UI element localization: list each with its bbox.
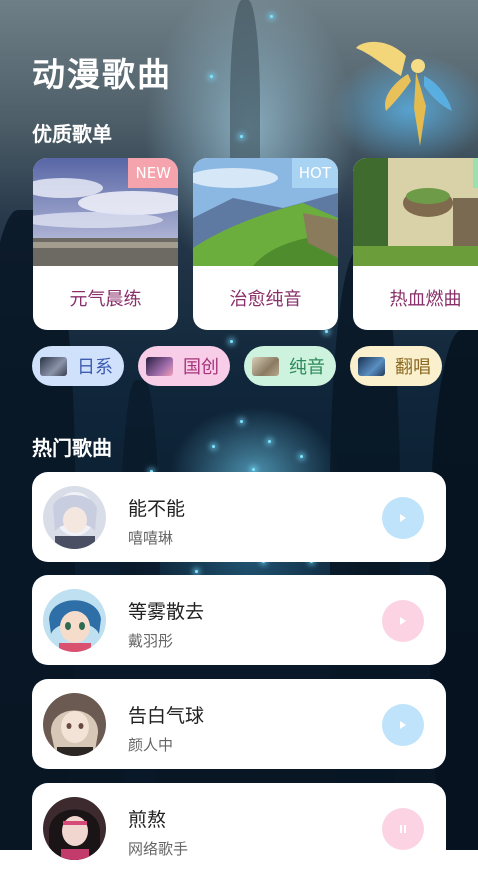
- playlist-badge: HOT: [291, 158, 338, 188]
- featured-playlists-heading: 优质歌单: [32, 122, 112, 146]
- song-avatar: [43, 589, 106, 652]
- playlist-carousel[interactable]: NEW 元气晨练 HOT 治愈纯音 热血燃曲: [33, 158, 478, 333]
- fairy-illustration: [356, 41, 452, 146]
- category-thumbnail: [146, 356, 173, 376]
- song-avatar: [43, 693, 106, 756]
- category-label: 纯音: [289, 357, 325, 378]
- song-title: 煎熬: [128, 809, 167, 831]
- song-item[interactable]: 等雾散去 戴羽彤: [32, 575, 446, 665]
- category-chip-instrumental[interactable]: 纯音: [244, 346, 336, 386]
- play-icon: [400, 721, 406, 729]
- page-title: 动漫歌曲: [32, 55, 172, 94]
- pause-button[interactable]: [382, 808, 424, 850]
- category-thumbnail: [40, 356, 67, 376]
- song-title: 能不能: [128, 498, 186, 520]
- play-icon: [400, 617, 406, 625]
- song-item[interactable]: 能不能 嘻嘻琳: [32, 472, 446, 562]
- category-label: 国创: [183, 357, 219, 378]
- song-artist: 嘻嘻琳: [128, 529, 174, 547]
- song-artist: 戴羽彤: [128, 632, 174, 650]
- playlist-card-healing[interactable]: HOT 治愈纯音: [193, 158, 338, 330]
- song-artist: 网络歌手: [128, 840, 189, 858]
- category-thumbnail: [252, 356, 279, 376]
- play-button[interactable]: [382, 600, 424, 642]
- category-chip-chinese-original[interactable]: 国创: [138, 346, 230, 386]
- song-artist: 颜人中: [128, 736, 174, 754]
- play-icon: [400, 514, 406, 522]
- pause-icon: [400, 825, 406, 833]
- category-chip-cover[interactable]: 翻唱: [350, 346, 442, 386]
- playlist-card-passion[interactable]: U 热血燃曲: [353, 158, 478, 330]
- song-avatar: [43, 797, 106, 860]
- song-item[interactable]: 煎熬 网络歌手: [32, 783, 446, 873]
- playlist-label: 热血燃曲: [389, 289, 462, 310]
- playlist-label: 元气晨练: [69, 289, 142, 310]
- play-button[interactable]: [382, 497, 424, 539]
- playlist-card-morning[interactable]: NEW 元气晨练: [33, 158, 178, 330]
- song-avatar: [43, 486, 106, 549]
- song-title: 告白气球: [128, 705, 205, 727]
- category-thumbnail: [358, 356, 385, 376]
- playlist-cover: [353, 158, 478, 266]
- playlist-badge: U: [473, 158, 478, 188]
- category-chip-japanese[interactable]: 日系: [32, 346, 124, 386]
- song-item[interactable]: 告白气球 颜人中: [32, 679, 446, 769]
- category-label: 翻唱: [395, 357, 431, 378]
- song-title: 等雾散去: [128, 601, 205, 623]
- playlist-label: 治愈纯音: [229, 289, 302, 310]
- hot-songs-heading: 热门歌曲: [32, 436, 112, 460]
- category-label: 日系: [77, 357, 113, 378]
- play-button[interactable]: [382, 704, 424, 746]
- playlist-badge: NEW: [128, 158, 178, 188]
